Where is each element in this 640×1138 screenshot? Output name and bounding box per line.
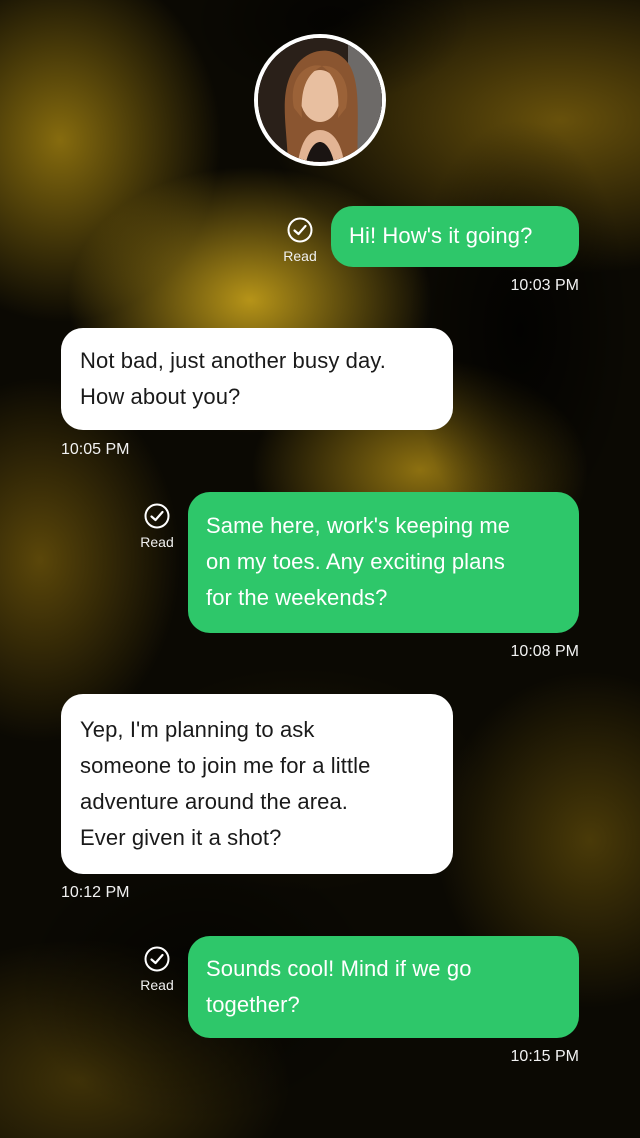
message-timestamp: 10:08 PM [510,643,579,660]
message-text: Sounds cool! Mind if we go [206,956,472,981]
message-text: Not bad, just another busy day. [80,348,386,373]
message-text: Ever given it a shot? [80,825,282,850]
message-text: Yep, I'm planning to ask [80,717,315,742]
message-bubble-incoming[interactable]: Not bad, just another busy day. How abou… [61,328,453,430]
read-status-label: Read [140,534,174,550]
contact-avatar[interactable] [254,34,386,166]
read-receipt: Read [137,502,177,550]
message-text: Same here, work's keeping me [206,513,511,538]
message-timestamp: 10:05 PM [61,441,130,458]
message-text: How about you? [80,384,241,409]
message-text: someone to join me for a little [80,753,371,778]
read-receipt: Read [280,216,320,264]
read-status-label: Read [140,977,174,993]
message-text: on my toes. Any exciting plans [206,549,505,574]
check-circle-icon [144,946,170,972]
message-text: Hi! How's it going? [349,223,533,248]
message-timestamp: 10:15 PM [510,1048,579,1065]
check-circle-icon [287,217,313,243]
check-circle-icon [144,503,170,529]
read-receipt: Read [137,945,177,993]
message-bubble-incoming[interactable]: Yep, I'm planning to ask someone to join… [61,694,453,874]
message-bubble-outgoing[interactable]: Same here, work's keeping me on my toes.… [188,492,579,633]
message-bubble-outgoing[interactable]: Hi! How's it going? [331,206,579,267]
message-text: adventure around the area. [80,789,349,814]
message-text: together? [206,992,300,1017]
message-timestamp: 10:03 PM [510,277,579,294]
read-status-label: Read [283,248,317,264]
message-text: for the weekends? [206,585,388,610]
message-bubble-outgoing[interactable]: Sounds cool! Mind if we go together? [188,936,579,1038]
profile-photo-icon [258,38,382,162]
message-timestamp: 10:12 PM [61,884,130,901]
